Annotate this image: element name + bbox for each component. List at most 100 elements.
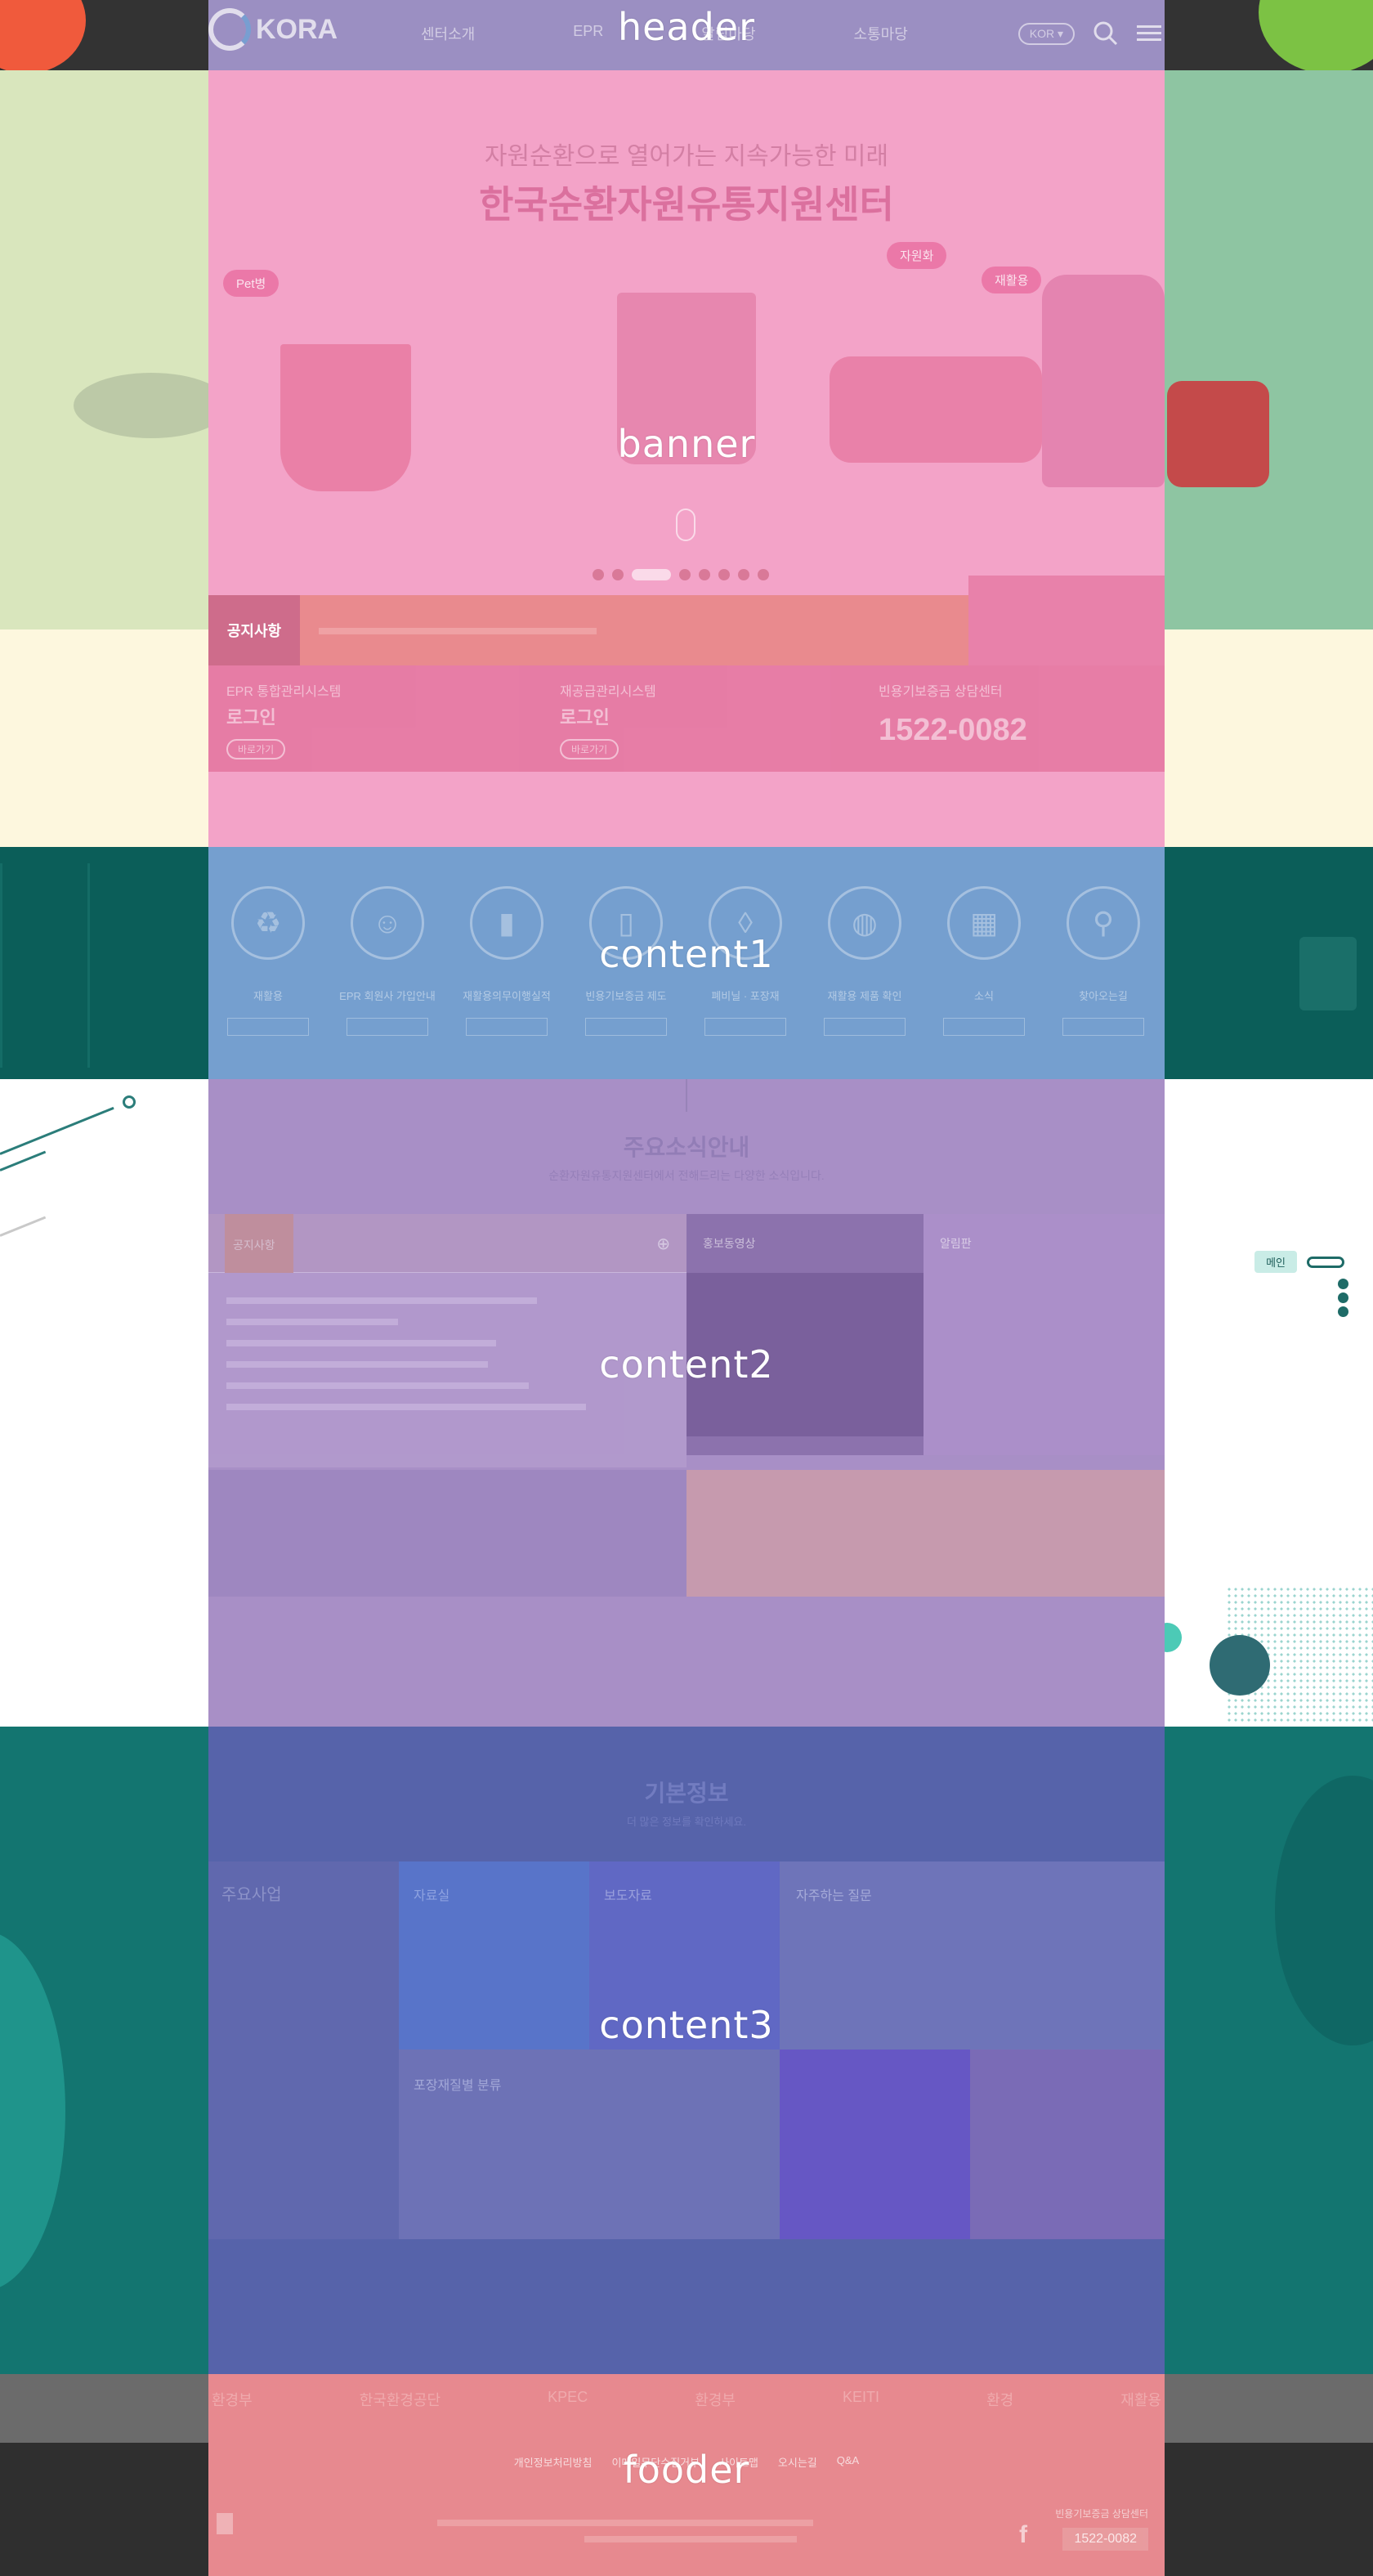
quick-item-button[interactable] bbox=[824, 1018, 906, 1036]
content3-region: 기본정보 더 많은 정보를 확인하세요. 주요사업 자료실 보도자료 자주하는 … bbox=[208, 1727, 1165, 2374]
epr-login-title: EPR 통합관리시스템 bbox=[226, 685, 342, 699]
tag-pet-bottle: Pet병 bbox=[223, 270, 280, 297]
section-divider bbox=[686, 1079, 687, 1112]
pr-video-panel[interactable]: 홍보동영상 bbox=[686, 1214, 924, 1455]
side-nav-dot[interactable] bbox=[1338, 1292, 1348, 1303]
slide-dot[interactable] bbox=[738, 569, 749, 580]
quick-item-label: 재활용의무이행실적 bbox=[463, 990, 551, 1002]
notice-promo-banner[interactable] bbox=[968, 576, 1165, 665]
supply-login-title: 재공급관리시스템 bbox=[560, 685, 656, 699]
quick-item-button[interactable] bbox=[227, 1018, 309, 1036]
slide-dot[interactable] bbox=[718, 569, 730, 580]
faq-label: 자주하는 질문 bbox=[796, 1889, 872, 1903]
partner-link[interactable]: KPEC bbox=[548, 2389, 588, 2410]
supply-login-button[interactable]: 바로가기 bbox=[560, 739, 619, 759]
resource-box[interactable] bbox=[970, 2050, 1165, 2239]
deco-leaf-left bbox=[0, 1931, 65, 2291]
slide-dot-active[interactable] bbox=[632, 569, 671, 580]
supply-login-card[interactable]: 재공급관리시스템 로그인 바로가기 bbox=[560, 680, 656, 759]
info-section-desc: 더 많은 정보를 확인하세요. bbox=[626, 1816, 746, 1828]
slide-dot[interactable] bbox=[593, 569, 604, 580]
info-section-title: 기본정보 bbox=[644, 1781, 729, 1806]
quick-item-label: EPR 회원사 가입안내 bbox=[339, 990, 436, 1002]
slide-dot[interactable] bbox=[699, 569, 710, 580]
footer-phone-label: 빈용기보증금 상담센터 bbox=[1055, 2508, 1148, 2520]
partner-link[interactable]: 환경 bbox=[986, 2389, 1013, 2410]
content2-section-label: content2 bbox=[599, 1342, 774, 1387]
content3-section-label: content3 bbox=[599, 2003, 774, 2047]
quick-item-button[interactable] bbox=[347, 1018, 428, 1036]
content1-region: ♻ 재활용 ☺ EPR 회원사 가입안내 ▮ 재활용의무이행실적 ▯ 빈용기보증금 제도… bbox=[208, 847, 1165, 1079]
packaging-sort-box[interactable]: 포장재질별 분류 bbox=[399, 2050, 780, 2239]
side-navigation: 메인 bbox=[1254, 1251, 1344, 1273]
partner-link[interactable]: 환경부 bbox=[212, 2389, 253, 2410]
promo-banner-right[interactable] bbox=[686, 1470, 1165, 1597]
call-center-phone: 1522-0082 bbox=[879, 713, 1027, 747]
header-left-deco bbox=[0, 0, 86, 70]
main-business-box[interactable]: 주요사업 bbox=[208, 1861, 399, 2239]
banner-region: 자원순환으로 열어가는 지속가능한 미래 한국순환자원유통지원센터 Pet병 자… bbox=[208, 70, 1165, 847]
quick-item-button[interactable] bbox=[943, 1018, 1025, 1036]
banner-left-shadow bbox=[74, 373, 229, 438]
quick-item-label: 폐비닐 · 포장재 bbox=[711, 990, 780, 1002]
slide-dot[interactable] bbox=[758, 569, 769, 580]
slide-pagination bbox=[593, 569, 769, 580]
plus-icon[interactable]: ⊕ bbox=[656, 1234, 670, 1254]
deco-circle-dark bbox=[1210, 1635, 1270, 1696]
footer-region: 환경부 한국환경공단 KPEC 환경부 KEITI 환경 재활용 개인정보처리방… bbox=[208, 2374, 1165, 2576]
side-nav-active-indicator[interactable] bbox=[1307, 1256, 1344, 1268]
supply-login-label: 로그인 bbox=[560, 707, 610, 728]
main-business-label: 주요사업 bbox=[221, 1886, 282, 1904]
login-row: EPR 통합관리시스템 로그인 바로가기 재공급관리시스템 로그인 바로가기 빈… bbox=[208, 665, 1165, 772]
news-item[interactable] bbox=[226, 1297, 537, 1304]
footer-section-label: fooder bbox=[623, 2448, 750, 2492]
quick-item-button[interactable] bbox=[1062, 1018, 1144, 1036]
partner-link[interactable]: 재활용 bbox=[1120, 2389, 1161, 2410]
epr-login-card[interactable]: EPR 통합관리시스템 로그인 바로가기 bbox=[226, 680, 341, 759]
quick-item-button[interactable] bbox=[585, 1018, 667, 1036]
notice-panel: 공지사항 ⊕ bbox=[208, 1214, 686, 1467]
notice-bar[interactable]: 공지사항 bbox=[208, 595, 968, 665]
partner-link[interactable]: 환경부 bbox=[695, 2389, 736, 2410]
notice-label: 공지사항 bbox=[208, 595, 300, 665]
side-nav-main[interactable]: 메인 bbox=[1254, 1251, 1297, 1273]
slide-dot[interactable] bbox=[612, 569, 624, 580]
partner-link[interactable]: 한국환경공단 bbox=[360, 2389, 441, 2410]
tab-notice[interactable]: 공지사항 bbox=[225, 1214, 293, 1273]
banner-right-background bbox=[1165, 70, 1373, 629]
side-nav-dot[interactable] bbox=[1338, 1306, 1348, 1317]
partner-link[interactable]: KEITI bbox=[843, 2389, 879, 2410]
facebook-icon[interactable]: f bbox=[1019, 2521, 1027, 2549]
news-box[interactable] bbox=[780, 2050, 970, 2239]
promo-board-panel[interactable]: 알림판 bbox=[924, 1214, 1165, 1455]
quick-item-label: 빈용기보증금 제도 bbox=[585, 990, 667, 1002]
news-section-desc: 순환자원유통지원센터에서 전해드리는 다양한 소식입니다. bbox=[548, 1169, 825, 1182]
promo-board-label: 알림판 bbox=[940, 1237, 972, 1250]
slide-dot[interactable] bbox=[679, 569, 691, 580]
banner-headline: 자원순환으로 열어가는 지속가능한 미래 bbox=[484, 143, 889, 170]
footer-copyright bbox=[584, 2536, 797, 2542]
epr-login-button[interactable]: 바로가기 bbox=[226, 739, 286, 759]
quick-item-label: 재활용 제품 확인 bbox=[827, 990, 902, 1002]
tag-recycle: 재활용 bbox=[982, 267, 1042, 293]
notice-panel-header: 공지사항 ⊕ bbox=[208, 1214, 686, 1273]
banner-section-label: banner bbox=[617, 422, 756, 466]
side-nav-dot[interactable] bbox=[1338, 1279, 1348, 1289]
quick-item-label: 찾아오는길 bbox=[1079, 990, 1128, 1002]
deco-small-ring bbox=[123, 1095, 136, 1109]
recycle-bin-right bbox=[1299, 937, 1357, 1010]
bottle-pattern-left bbox=[0, 863, 90, 1068]
press-release-label: 보도자료 bbox=[604, 1889, 652, 1903]
header-right-deco bbox=[1259, 0, 1373, 70]
news-item[interactable] bbox=[226, 1319, 398, 1325]
quick-item-label: 소식 bbox=[974, 990, 994, 1002]
deco-line-2 bbox=[0, 1150, 47, 1172]
archive-label: 자료실 bbox=[414, 1889, 450, 1903]
banner-title: 한국순환자원유통지원센터 bbox=[479, 183, 894, 226]
promo-banner-left[interactable] bbox=[208, 1470, 686, 1597]
quick-item-button[interactable] bbox=[466, 1018, 548, 1036]
deco-line-3 bbox=[0, 1216, 47, 1237]
footer-phone: 1522-0082 bbox=[1062, 2528, 1148, 2551]
quick-item-button[interactable] bbox=[704, 1018, 786, 1036]
news-item[interactable] bbox=[226, 1404, 586, 1410]
